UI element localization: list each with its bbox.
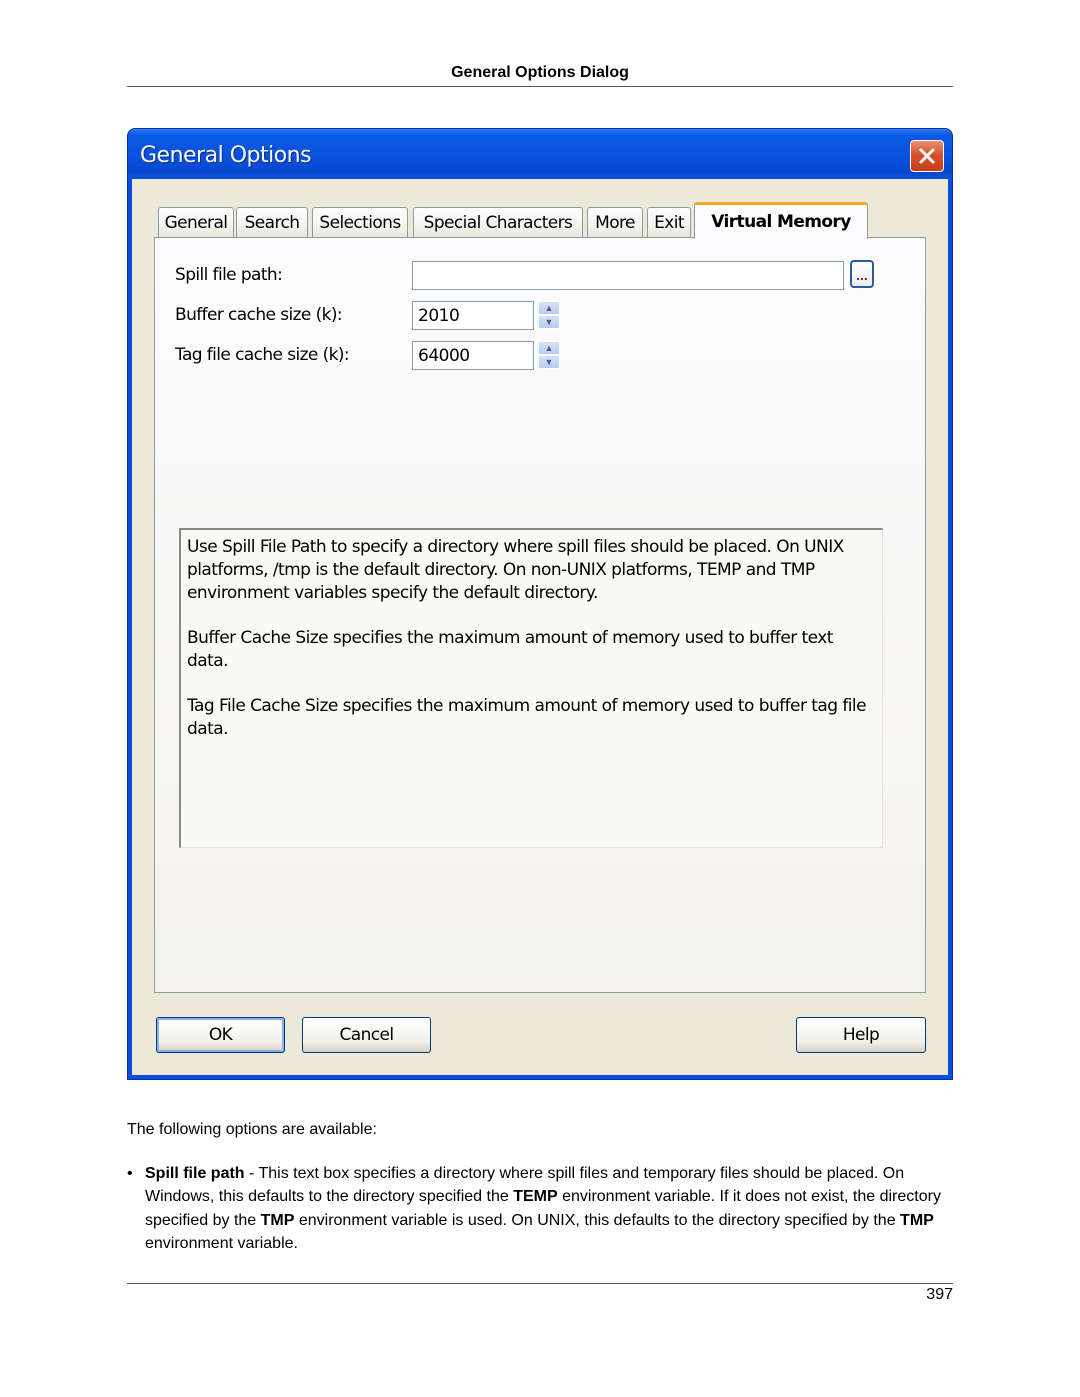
tab-search[interactable]: Search (236, 207, 308, 238)
chevron-up-icon: ▲ (544, 302, 554, 313)
close-button[interactable] (910, 140, 944, 172)
header-divider (127, 86, 953, 87)
bold-term: TMP (260, 1211, 295, 1229)
option-text: Spill file path - This text box specifie… (145, 1165, 941, 1252)
bold-term: Spill file path (145, 1165, 245, 1182)
buffer-cache-size-label: Buffer cache size (k): (175, 305, 343, 325)
buffer-cache-size-spinner: ▲ ▼ (538, 301, 560, 329)
description-box: Use Spill File Path to specify a directo… (179, 528, 883, 848)
tab-selections[interactable]: Selections (312, 207, 408, 238)
spin-down-button[interactable]: ▼ (538, 355, 560, 369)
dialog-client-area: General Search Selections Special Charac… (132, 179, 948, 1075)
close-x-icon (919, 148, 935, 164)
page-number: 397 (926, 1286, 953, 1303)
page-header-title: General Options Dialog (451, 64, 629, 81)
buffer-cache-size-input[interactable] (412, 301, 534, 330)
tab-virtual-memory[interactable]: Virtual Memory (694, 202, 868, 239)
description-paragraph: Use Spill File Path to specify a directo… (187, 537, 844, 603)
chevron-down-icon: ▼ (544, 356, 554, 367)
browse-button[interactable]: ... (850, 260, 874, 288)
tag-file-cache-size-label: Tag file cache size (k): (175, 345, 350, 365)
dialog-title: General Options (140, 143, 312, 168)
spin-up-button[interactable]: ▲ (538, 341, 560, 355)
general-options-dialog: General Options General Search Selection… (127, 128, 953, 1080)
tag-file-cache-size-spinner: ▲ ▼ (538, 341, 560, 369)
spill-file-path-input[interactable] (412, 261, 844, 290)
options-list: • Spill file path - This text box specif… (127, 1162, 953, 1255)
bold-term: TMP (900, 1211, 934, 1229)
ok-button[interactable]: OK (156, 1017, 285, 1053)
bullet-icon: • (127, 1165, 133, 1182)
chevron-down-icon: ▼ (544, 316, 554, 327)
cancel-button[interactable]: Cancel (302, 1017, 431, 1053)
bold-term: TEMP (513, 1188, 558, 1206)
tab-general[interactable]: General (158, 207, 234, 238)
tag-file-cache-size-input[interactable] (412, 341, 534, 370)
option-item-spill-file-path: • Spill file path - This text box specif… (127, 1162, 953, 1255)
help-button[interactable]: Help (796, 1017, 926, 1053)
option-text-segment: environment variable. (145, 1234, 298, 1252)
description-paragraph: Buffer Cache Size specifies the maximum … (187, 628, 833, 671)
spill-file-path-label: Spill file path: (175, 265, 283, 285)
spin-up-button[interactable]: ▲ (538, 301, 560, 315)
description-paragraph: Tag File Cache Size specifies the maximu… (187, 696, 867, 739)
tab-special-characters[interactable]: Special Characters (413, 207, 583, 238)
footer-divider (127, 1283, 953, 1284)
option-text-segment: environment variable is used. On UNIX, t… (294, 1211, 901, 1229)
dialog-titlebar[interactable]: General Options (128, 129, 952, 179)
tab-exit[interactable]: Exit (647, 207, 691, 238)
virtual-memory-panel: Spill file path: ... Buffer cache size (… (154, 237, 926, 993)
options-intro: The following options are available: (127, 1121, 377, 1138)
spin-down-button[interactable]: ▼ (538, 315, 560, 329)
ellipsis-icon: ... (856, 267, 868, 283)
tab-more[interactable]: More (587, 207, 643, 238)
chevron-up-icon: ▲ (544, 342, 554, 353)
